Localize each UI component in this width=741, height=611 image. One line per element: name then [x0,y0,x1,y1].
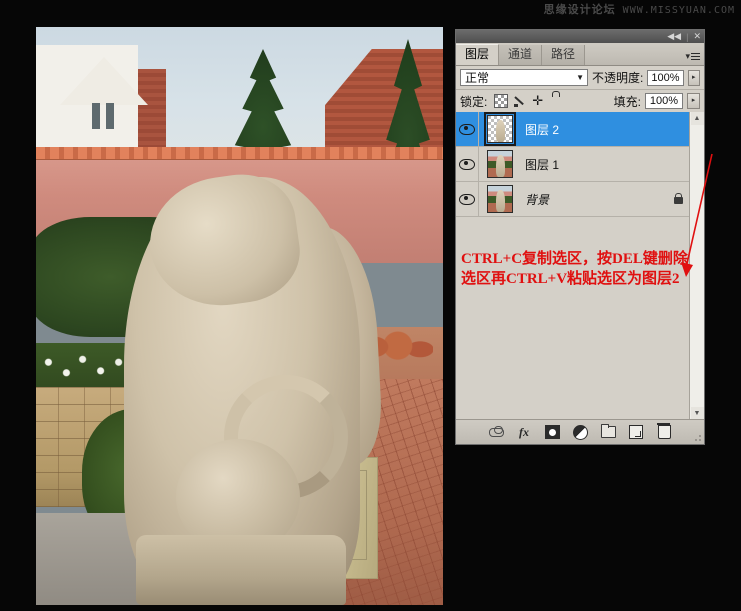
layer-row[interactable]: 图层 2 [456,112,690,147]
panel-titlebar: ◀◀ | ✕ [456,30,704,43]
blend-mode-value: 正常 [465,71,490,85]
panel-menu-caret-icon: ▾ [685,51,690,61]
thumbnail-statue-shape [496,190,505,212]
site-watermark: 思缘设计论坛 WWW.MISSYUAN.COM [0,2,741,20]
panel-menu-button[interactable]: ▾ [685,51,700,62]
tab-layers[interactable]: 图层 [456,44,500,65]
opacity-input[interactable]: 100% [647,69,684,86]
scroll-up-arrow-icon[interactable]: ▲ [690,112,704,125]
layer-thumbnail[interactable] [484,112,516,146]
hamburger-icon [691,52,700,61]
left-house-gable [60,57,148,105]
lock-position-move-icon[interactable]: ✛ [532,94,544,107]
layer-name-label[interactable]: 图层 1 [521,156,666,173]
document-canvas[interactable] [36,27,443,605]
new-group-button[interactable] [600,424,616,440]
thumbnail-statue-shape [496,155,505,177]
chevron-down-icon: ▼ [576,73,584,82]
link-layers-button[interactable] [488,425,504,440]
wall-roof-tiles [36,147,443,160]
eye-icon [459,193,475,205]
lock-transparency-icon[interactable] [494,94,509,108]
eye-icon [459,123,475,135]
layer-style-button[interactable]: fx [517,425,532,440]
lock-label: 锁定: [460,94,488,109]
fill-input[interactable]: 100% [645,93,683,109]
lock-all-icon[interactable] [550,95,562,107]
layer-row[interactable]: 背景 [456,182,690,217]
layer-thumbnail-cell[interactable] [479,185,521,213]
layer-thumbnail-cell[interactable] [479,112,521,146]
layer-thumbnail[interactable] [487,185,513,213]
layer-row[interactable]: 图层 1 [456,147,690,182]
delete-layer-button[interactable] [656,423,672,440]
add-mask-button[interactable] [544,425,560,440]
titlebar-separator: | [686,31,689,42]
blend-mode-row[interactable]: 正常 ▼ 不透明度: 100% ▸ [456,66,704,90]
new-layer-button[interactable] [629,425,644,440]
layers-panel-footer[interactable]: fx [456,419,704,444]
lion-statue-base [136,535,346,605]
opacity-slider-button[interactable]: ▸ [687,69,700,86]
house-window-right [106,103,114,129]
thumbnail-statue-shape [496,120,505,142]
panel-tabs[interactable]: 图层 通道 路径 ▾ [456,43,704,66]
house-window-left [92,103,100,129]
layer-visibility-toggle[interactable] [456,147,479,181]
adjustment-layer-button[interactable] [572,424,588,440]
fill-label: 填充: [613,94,641,109]
fill-slider-button[interactable]: ▸ [687,93,700,109]
layer-thumbnail[interactable] [487,150,513,178]
annotation-text: CTRL+C复制选区，按DEL键删除 选区再CTRL+V粘贴选区为图层2 [461,251,688,287]
blend-mode-select[interactable]: 正常 ▼ [460,69,588,86]
layer-visibility-toggle[interactable] [456,182,479,216]
layer-name-label[interactable]: 图层 2 [521,121,666,138]
close-panel-icon[interactable]: ✕ [693,32,701,41]
lock-image-pixels-icon[interactable] [514,95,526,107]
layer-name-label[interactable]: 背景 [521,191,666,208]
tab-paths[interactable]: 路径 [542,45,586,65]
watermark-site-name: 思缘设计论坛 [543,4,616,16]
layer-visibility-toggle[interactable] [456,112,479,146]
eye-icon [459,158,475,170]
lock-row[interactable]: 锁定: ✛ 填充: 100% ▸ [456,90,704,113]
watermark-url: WWW.MISSYUAN.COM [622,5,735,16]
layer-thumbnail-cell[interactable] [479,150,521,178]
opacity-label: 不透明度: [592,71,644,85]
collapse-panel-icon[interactable]: ◀◀ [667,32,681,41]
tab-channels[interactable]: 通道 [499,45,543,65]
resize-grip-icon[interactable] [694,434,702,442]
lock-icon-group[interactable]: ✛ [494,94,562,108]
